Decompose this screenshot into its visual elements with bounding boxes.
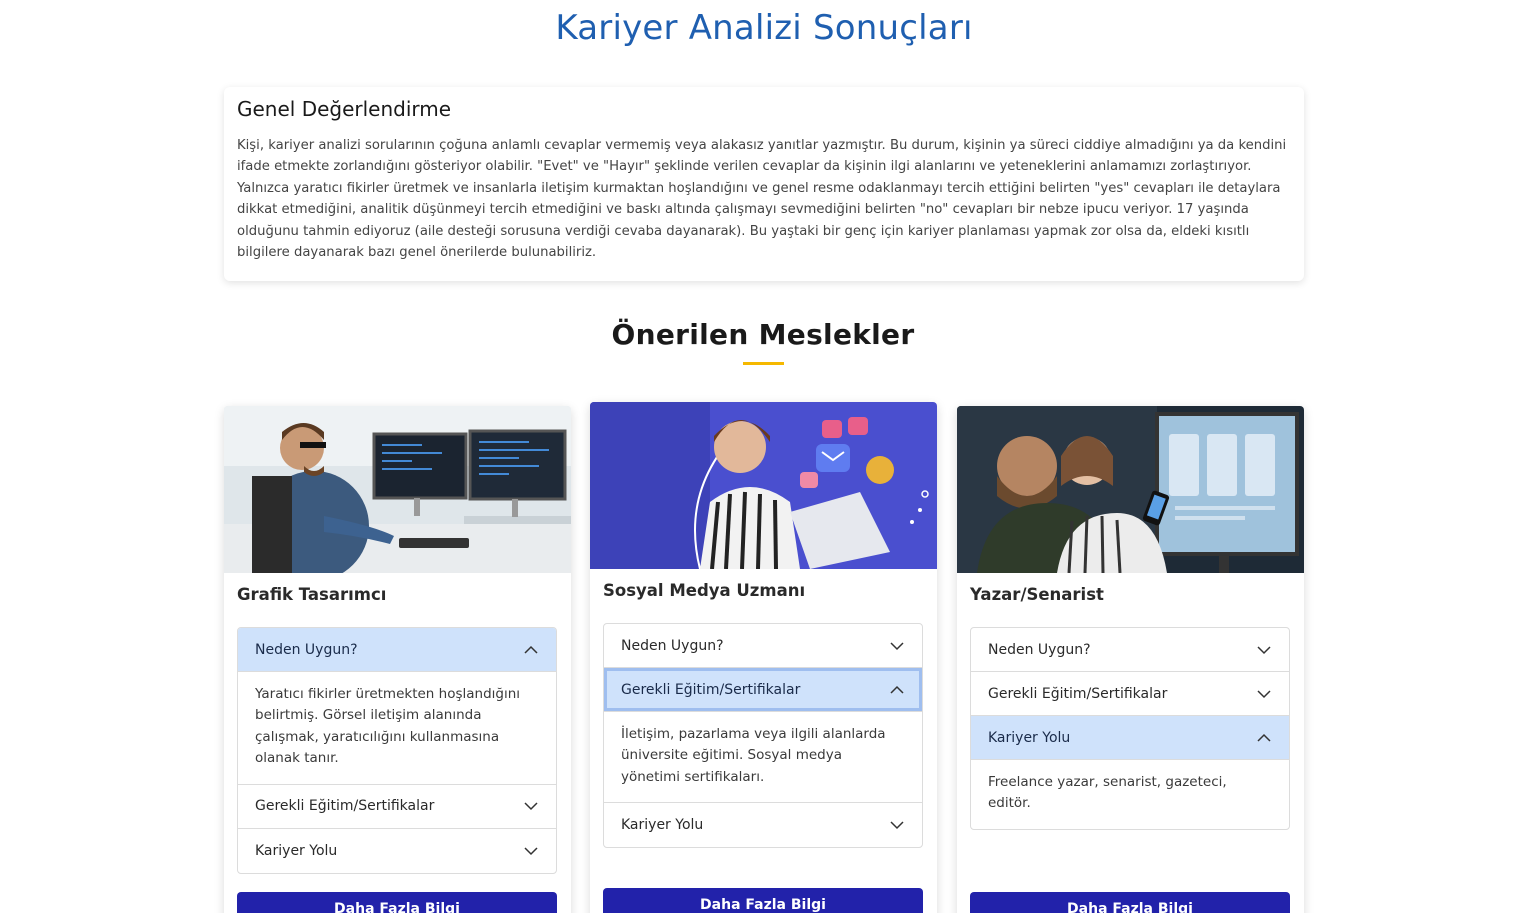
accordion-item-neden-uygun: Neden Uygun? xyxy=(604,624,922,668)
career-card-sosyal-medya-uzmani: Sosyal Medya Uzmanı Neden Uygun? Gerekli… xyxy=(590,402,937,913)
career-title: Sosyal Medya Uzmanı xyxy=(603,581,806,600)
chevron-up-icon xyxy=(524,645,538,654)
career-card-grafik-tasarimci: Grafik Tasarımcı Neden Uygun? Yaratıcı f… xyxy=(224,406,571,913)
page-title: Kariyer Analizi Sonuçları xyxy=(555,8,973,48)
accordion-label: Gerekli Eğitim/Sertifikalar xyxy=(255,798,435,815)
accordion-header[interactable]: Gerekli Eğitim/Sertifikalar xyxy=(971,672,1289,716)
career-photo xyxy=(224,406,571,573)
accordion-header[interactable]: Kariyer Yolu xyxy=(971,716,1289,760)
accordion-item-kariyer-yolu: Kariyer Yolu xyxy=(604,803,922,847)
accordion-item-egitim: Gerekli Eğitim/Sertifikalar xyxy=(971,672,1289,716)
career-photo xyxy=(590,402,937,569)
more-info-button[interactable]: Daha Fazla Bilgi xyxy=(237,892,557,913)
career-accordion: Neden Uygun? Gerekli Eğitim/Sertifikalar… xyxy=(970,627,1290,830)
accordion-item-neden-uygun: Neden Uygun? Yaratıcı fikirler üretmekte… xyxy=(238,628,556,785)
chevron-down-icon xyxy=(524,802,538,811)
accordion-label: Gerekli Eğitim/Sertifikalar xyxy=(988,685,1168,702)
accordion-header[interactable]: Neden Uygun? xyxy=(238,628,556,672)
chevron-down-icon xyxy=(524,847,538,855)
summary-heading: Genel Değerlendirme xyxy=(237,97,452,121)
more-info-button[interactable]: Daha Fazla Bilgi xyxy=(603,888,923,913)
section-underline xyxy=(743,362,784,365)
accordion-body: Freelance yazar, senarist, gazeteci, edi… xyxy=(988,774,1227,812)
accordion-body: Yaratıcı fikirler üretmekten hoşlandığın… xyxy=(238,672,556,785)
accordion-header[interactable]: Kariyer Yolu xyxy=(238,829,556,873)
accordion-label: Neden Uygun? xyxy=(255,641,358,658)
summary-text: Kişi, kariyer analizi sorularının çoğuna… xyxy=(237,138,1287,261)
accordion-label: Kariyer Yolu xyxy=(621,817,704,834)
accordion-header[interactable]: Neden Uygun? xyxy=(971,628,1289,672)
accordion-item-egitim: Gerekli Eğitim/Sertifikalar İletişim, pa… xyxy=(604,668,922,804)
career-card-yazar-senarist: Yazar/Senarist Neden Uygun? Gerekli Eğit… xyxy=(957,406,1304,913)
section-title: Önerilen Meslekler xyxy=(611,318,915,351)
summary-card: Genel Değerlendirme Kişi, kariyer analiz… xyxy=(224,87,1304,281)
career-title: Grafik Tasarımcı xyxy=(237,585,387,604)
career-accordion: Neden Uygun? Yaratıcı fikirler üretmekte… xyxy=(237,627,557,874)
chevron-down-icon xyxy=(1257,645,1271,654)
chevron-up-icon xyxy=(1257,733,1271,742)
accordion-item-kariyer-yolu: Kariyer Yolu Freelance yazar, senarist, … xyxy=(971,716,1289,829)
career-title: Yazar/Senarist xyxy=(970,585,1104,604)
accordion-label: Neden Uygun? xyxy=(621,637,724,654)
accordion-item-neden-uygun: Neden Uygun? xyxy=(971,628,1289,672)
chevron-up-icon xyxy=(890,685,904,694)
accordion-label: Kariyer Yolu xyxy=(988,729,1071,746)
more-info-button[interactable]: Daha Fazla Bilgi xyxy=(970,892,1290,913)
chevron-down-icon xyxy=(1257,689,1271,698)
accordion-body: İletişim, pazarlama veya ilgili alanlard… xyxy=(604,712,922,804)
accordion-label: Kariyer Yolu xyxy=(255,842,338,859)
career-accordion: Neden Uygun? Gerekli Eğitim/Sertifikalar… xyxy=(603,623,923,849)
chevron-down-icon xyxy=(890,821,904,830)
accordion-header[interactable]: Neden Uygun? xyxy=(604,624,922,668)
accordion-label: Gerekli Eğitim/Sertifikalar xyxy=(621,681,801,698)
accordion-header[interactable]: Gerekli Eğitim/Sertifikalar xyxy=(238,785,556,829)
accordion-label: Neden Uygun? xyxy=(988,641,1091,658)
career-photo xyxy=(957,406,1304,573)
accordion-item-kariyer-yolu: Kariyer Yolu xyxy=(238,829,556,873)
chevron-down-icon xyxy=(890,641,904,650)
accordion-header[interactable]: Gerekli Eğitim/Sertifikalar xyxy=(604,668,922,712)
accordion-header[interactable]: Kariyer Yolu xyxy=(604,803,922,847)
accordion-item-egitim: Gerekli Eğitim/Sertifikalar xyxy=(238,785,556,829)
